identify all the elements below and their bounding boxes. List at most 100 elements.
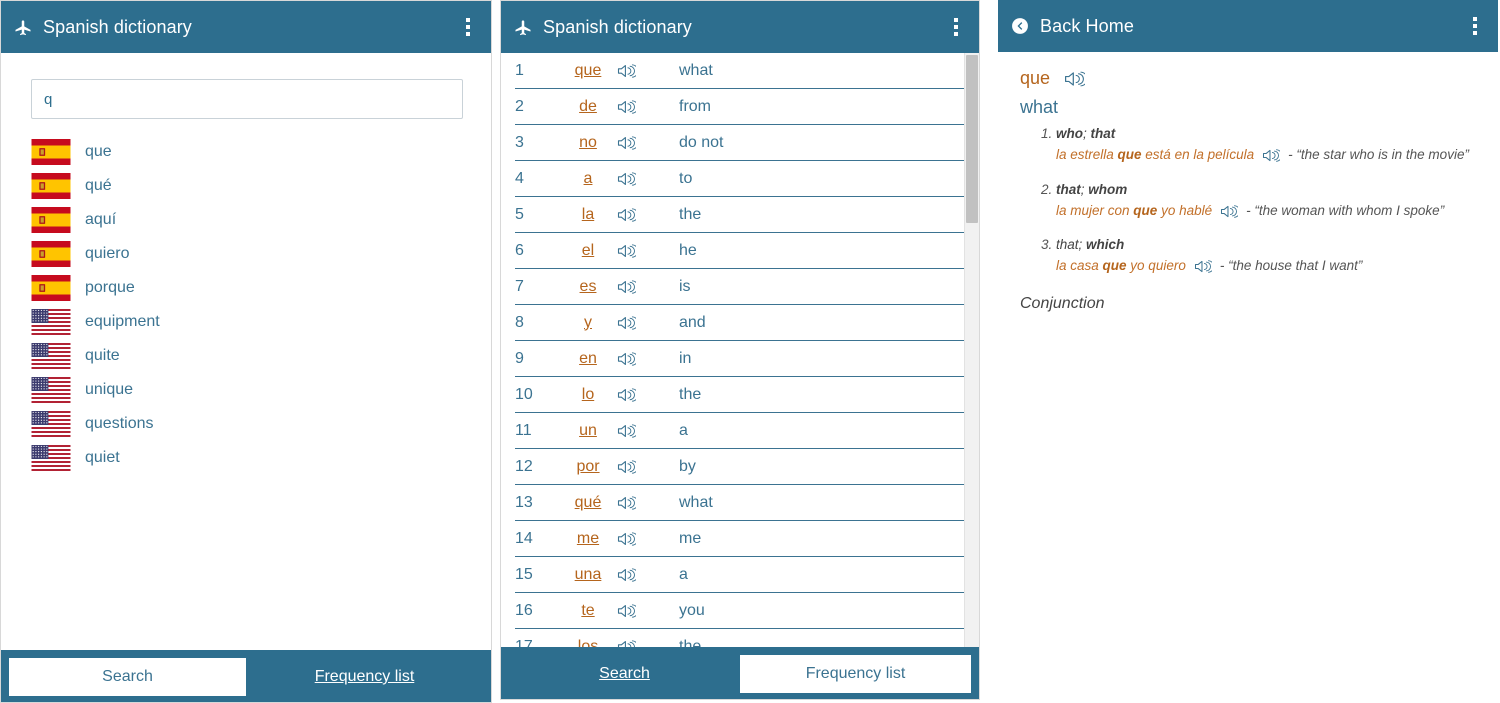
back-circle-icon[interactable]: [1010, 16, 1030, 36]
suggestion-item[interactable]: equipment: [31, 305, 461, 339]
suggestion-label: equipment: [85, 313, 160, 330]
speaker-icon[interactable]: [617, 99, 657, 115]
suggestion-item[interactable]: porque: [31, 271, 461, 305]
frequency-row[interactable]: 14 me me: [515, 521, 965, 557]
frequency-translation: a: [679, 421, 688, 439]
frequency-word-link[interactable]: es: [559, 278, 617, 296]
speaker-icon[interactable]: [617, 351, 657, 367]
suggestion-list: que qué aquí quiero porque equipment quite uniq…: [31, 135, 461, 475]
suggestion-label: qué: [85, 177, 112, 194]
scrollbar-thumb[interactable]: [966, 55, 978, 223]
speaker-icon[interactable]: [1262, 148, 1281, 163]
suggestion-item[interactable]: quiet: [31, 441, 461, 475]
frequency-word-link[interactable]: un: [559, 422, 617, 440]
speaker-icon[interactable]: [617, 63, 657, 79]
suggestion-item[interactable]: questions: [31, 407, 461, 441]
suggestion-label: porque: [85, 279, 135, 296]
speaker-icon[interactable]: [617, 567, 657, 583]
header-left-group: Spanish dictionary: [513, 17, 947, 38]
frequency-rank: 5: [515, 205, 524, 223]
entry-headword: que: [1020, 68, 1051, 88]
frequency-row[interactable]: 4 a to: [515, 161, 965, 197]
frequency-rank: 10: [515, 385, 533, 403]
speaker-icon[interactable]: [617, 315, 657, 331]
search-tab-search[interactable]: Search: [9, 658, 246, 696]
search-input[interactable]: [31, 79, 463, 119]
entry-panel-header: Back Home: [998, 0, 1498, 52]
suggestion-item[interactable]: unique: [31, 373, 461, 407]
frequency-word-link[interactable]: y: [559, 314, 617, 332]
speaker-icon[interactable]: [1220, 204, 1239, 219]
frequency-rank: 16: [515, 601, 533, 619]
frequency-word-link[interactable]: una: [559, 566, 617, 584]
frequency-row[interactable]: 3 no do not: [515, 125, 965, 161]
suggestion-label: questions: [85, 415, 154, 432]
speaker-icon[interactable]: [617, 495, 657, 511]
frequency-translation: what: [679, 61, 713, 79]
speaker-icon[interactable]: [617, 135, 657, 151]
frequency-row[interactable]: 11 un a: [515, 413, 965, 449]
speaker-icon[interactable]: [1064, 70, 1086, 88]
suggestion-item[interactable]: quiero: [31, 237, 461, 271]
speaker-icon[interactable]: [1194, 259, 1212, 274]
frequency-tab-search[interactable]: Search: [509, 655, 740, 693]
frequency-row[interactable]: 12 por by: [515, 449, 965, 485]
search-tab-frequency-list[interactable]: Frequency list: [246, 658, 483, 696]
frequency-row[interactable]: 7 es is: [515, 269, 965, 305]
speaker-icon[interactable]: [617, 207, 657, 223]
spain-flag-icon: [31, 173, 71, 199]
frequency-row[interactable]: 8 y and: [515, 305, 965, 341]
frequency-rank: 2: [515, 97, 524, 115]
vertical-scrollbar[interactable]: [964, 53, 979, 661]
suggestion-item[interactable]: que: [31, 135, 461, 169]
example-english: “the house that I want”: [1228, 258, 1363, 274]
frequency-word-link[interactable]: por: [559, 458, 617, 476]
frequency-row[interactable]: 1 que what: [515, 53, 965, 89]
frequency-word-link[interactable]: de: [559, 98, 617, 116]
frequency-word-link[interactable]: te: [559, 602, 617, 620]
panel-title: Spanish dictionary: [543, 16, 692, 37]
frequency-word-link[interactable]: lo: [559, 386, 617, 404]
frequency-word-link[interactable]: la: [559, 206, 617, 224]
speaker-icon[interactable]: [617, 387, 657, 403]
sense-item: who; that la estrella que está en la pelí…: [1056, 126, 1482, 166]
frequency-translation: to: [679, 169, 693, 187]
frequency-word-link[interactable]: en: [559, 350, 617, 368]
kebab-menu-icon[interactable]: [947, 16, 965, 38]
suggestion-item[interactable]: quite: [31, 339, 461, 373]
speaker-icon[interactable]: [617, 459, 657, 475]
frequency-word-link[interactable]: no: [559, 134, 617, 152]
entry-headword-row: que: [1020, 68, 1482, 89]
kebab-menu-icon[interactable]: [1466, 15, 1484, 37]
frequency-word-link[interactable]: el: [559, 242, 617, 260]
frequency-row[interactable]: 13 qué what: [515, 485, 965, 521]
frequency-word-link[interactable]: que: [559, 62, 617, 80]
speaker-icon[interactable]: [617, 603, 657, 619]
speaker-icon[interactable]: [617, 423, 657, 439]
frequency-word-link[interactable]: a: [559, 170, 617, 188]
speaker-icon[interactable]: [617, 279, 657, 295]
frequency-rank: 14: [515, 529, 533, 547]
panel-title: Spanish dictionary: [43, 16, 192, 37]
sense-example: la mujer con que yo hablé - “the woman wi…: [1056, 200, 1482, 222]
speaker-icon[interactable]: [617, 171, 657, 187]
frequency-row[interactable]: 10 lo the: [515, 377, 965, 413]
suggestion-item[interactable]: aquí: [31, 203, 461, 237]
sense-definition: that; which: [1056, 237, 1125, 253]
speaker-icon[interactable]: [617, 531, 657, 547]
frequency-row[interactable]: 6 el he: [515, 233, 965, 269]
frequency-scroll-area[interactable]: 1 que what 2 de from 3 no do not 4 a to 5 la the 6 el he 7…: [501, 53, 979, 699]
frequency-word-link[interactable]: me: [559, 530, 617, 548]
frequency-row[interactable]: 2 de from: [515, 89, 965, 125]
frequency-row[interactable]: 5 la the: [515, 197, 965, 233]
frequency-word-link[interactable]: qué: [559, 494, 617, 512]
speaker-icon[interactable]: [617, 243, 657, 259]
frequency-row[interactable]: 16 te you: [515, 593, 965, 629]
example-english: “the star who is in the movie”: [1296, 147, 1469, 162]
frequency-row[interactable]: 15 una a: [515, 557, 965, 593]
frequency-row[interactable]: 9 en in: [515, 341, 965, 377]
header-left-group[interactable]: Back Home: [1010, 16, 1466, 37]
frequency-tab-frequency-list[interactable]: Frequency list: [740, 655, 971, 693]
suggestion-item[interactable]: qué: [31, 169, 461, 203]
kebab-menu-icon[interactable]: [459, 16, 477, 38]
